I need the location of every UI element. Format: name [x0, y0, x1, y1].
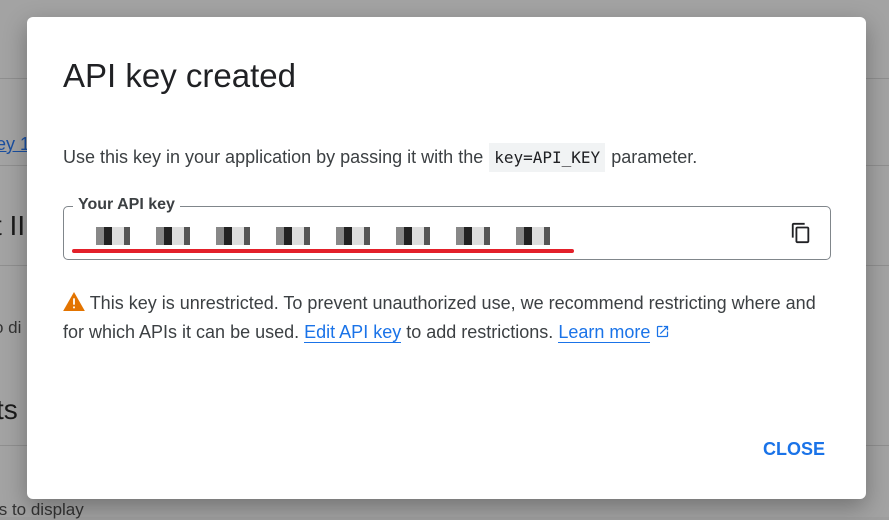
bg-link: ey 1 [0, 134, 31, 154]
edit-api-key-link[interactable]: Edit API key [304, 322, 402, 343]
bg-heading: t II [0, 210, 26, 241]
learn-more-link[interactable]: Learn more [558, 322, 651, 343]
copy-icon[interactable] [790, 221, 812, 245]
dialog-description: Use this key in your application by pass… [63, 143, 697, 172]
highlight-underline [72, 249, 574, 253]
external-link-icon[interactable] [655, 324, 670, 339]
bg-text: ts to display [0, 500, 84, 519]
api-key-created-dialog: API key created Use this key in your app… [27, 17, 866, 499]
warning-text: to add restrictions. [406, 322, 554, 342]
description-text: parameter. [611, 147, 698, 167]
api-key-field[interactable]: Your API key [63, 196, 831, 260]
field-label: Your API key [73, 196, 180, 214]
code-snippet: key=API_KEY [489, 143, 606, 172]
bg-text: o di [0, 318, 22, 337]
close-button[interactable]: CLOSE [763, 439, 825, 460]
dialog-title: API key created [63, 57, 296, 94]
redacted-api-key-value [84, 227, 574, 245]
warning-icon [63, 292, 85, 311]
unrestricted-warning: This key is unrestricted. To prevent una… [63, 289, 823, 347]
learn-more-label: Learn more [558, 322, 651, 342]
description-text: Use this key in your application by pass… [63, 147, 484, 167]
bg-heading: ts [0, 394, 18, 425]
